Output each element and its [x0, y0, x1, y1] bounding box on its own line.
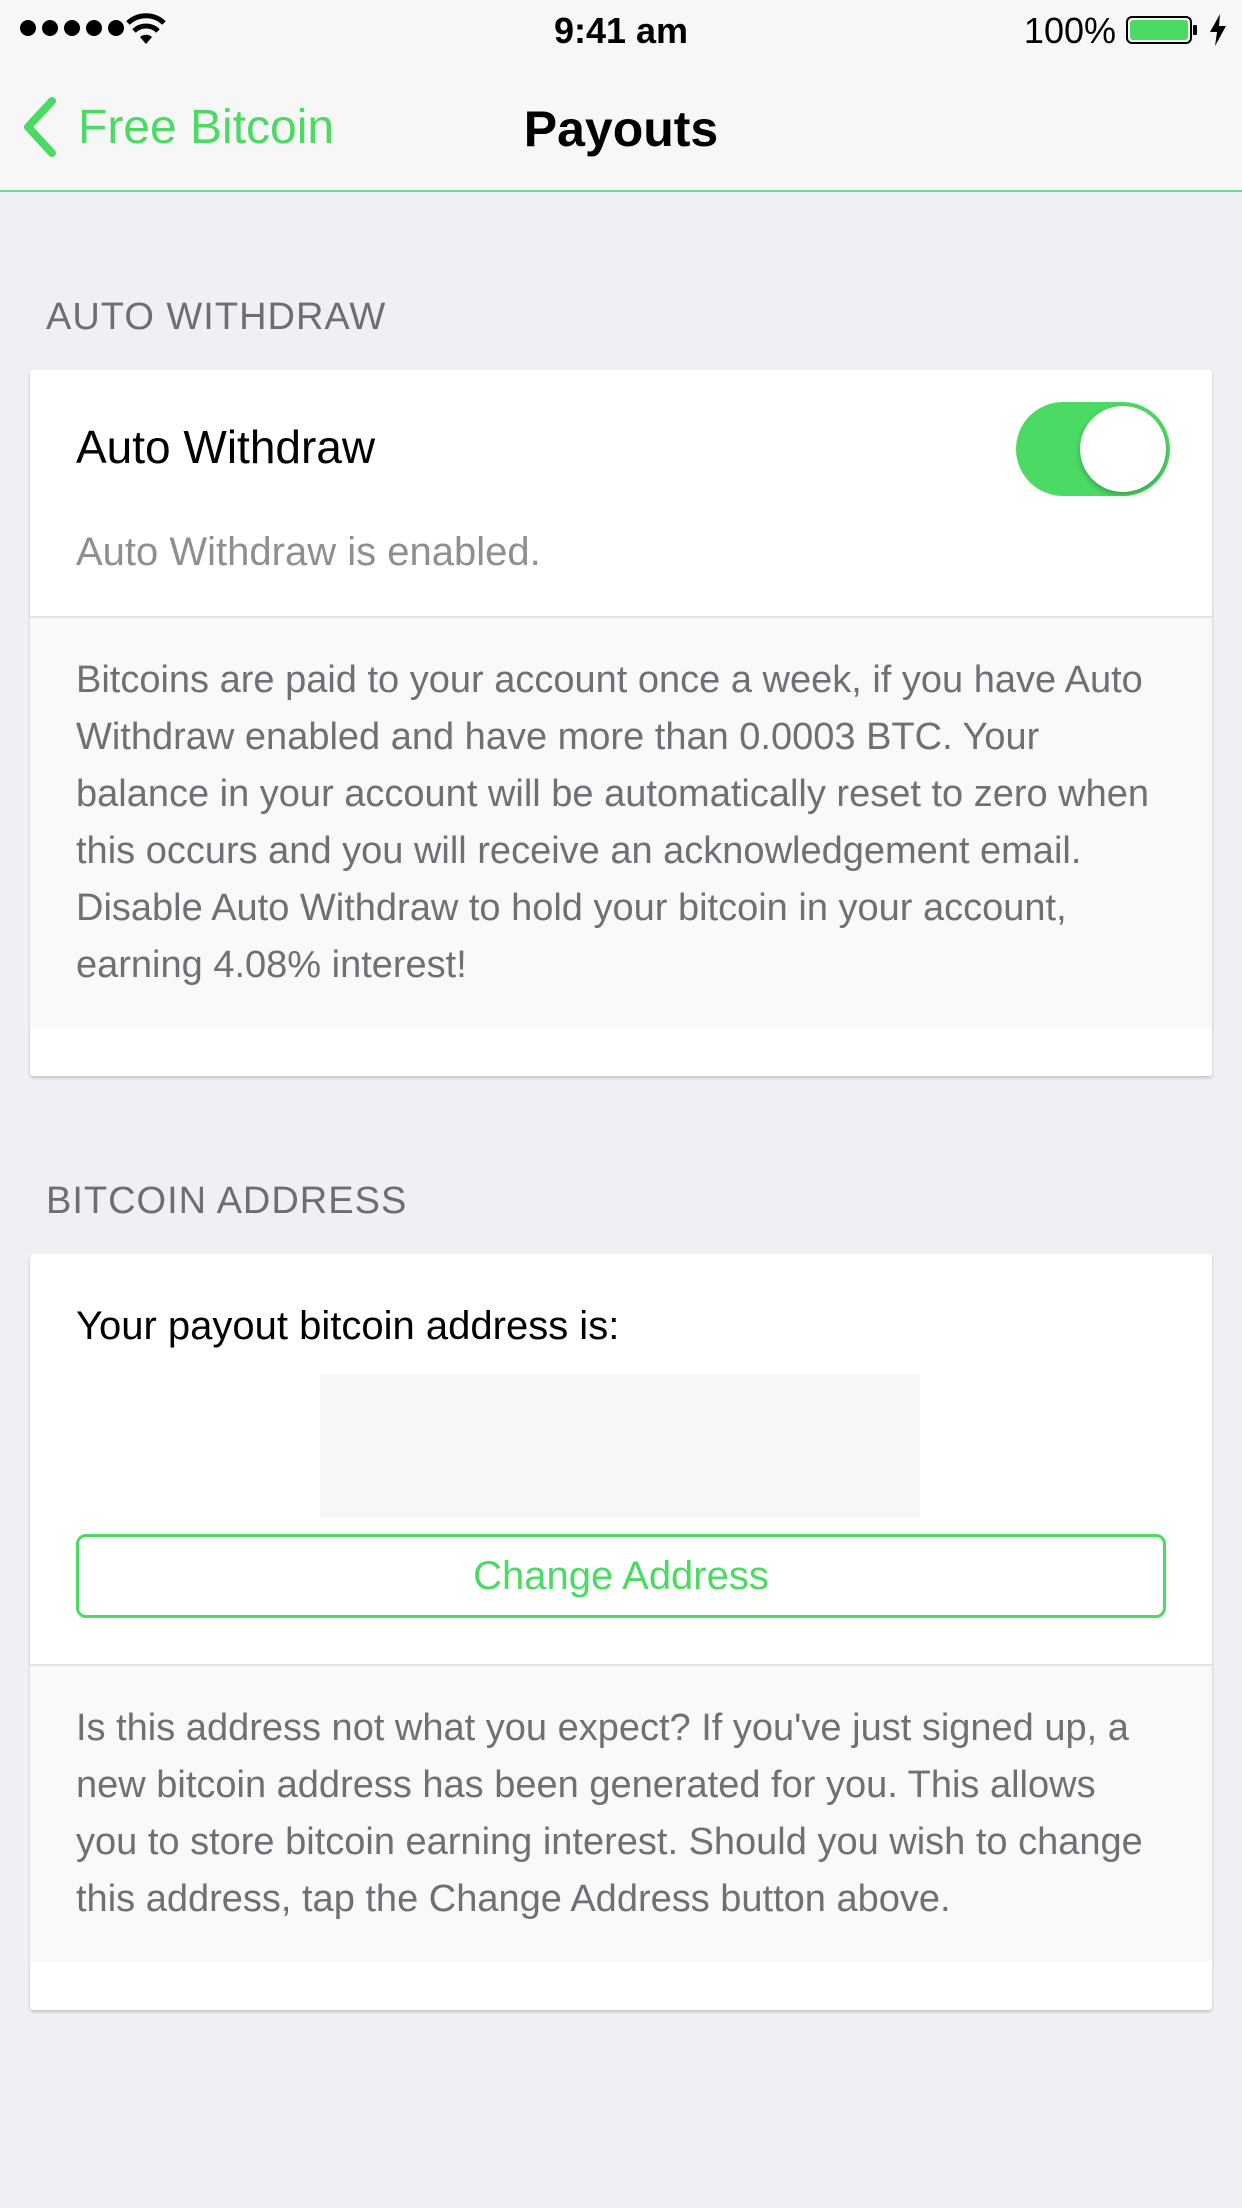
bitcoin-address-row: Your payout bitcoin address is: Change A… [30, 1254, 1212, 1664]
auto-withdraw-card: Auto Withdraw Auto Withdraw is enabled. … [30, 370, 1212, 1076]
navigation-bar: Free Bitcoin Payouts [0, 60, 1242, 192]
page-title: Payouts [523, 101, 719, 157]
bitcoin-address-description: Is this address not what you expect? If … [30, 1664, 1212, 1962]
section-header-auto-withdraw: AUTO WITHDRAW [46, 296, 387, 338]
change-address-button[interactable]: Change Address [76, 1534, 1166, 1618]
auto-withdraw-row: Auto Withdraw Auto Withdraw is enabled. [30, 370, 1212, 616]
payout-address-value [320, 1374, 920, 1518]
status-bar: 9:41 am 100% [0, 0, 1242, 60]
toggle-knob [1080, 406, 1166, 492]
section-header-bitcoin-address: BITCOIN ADDRESS [46, 1180, 408, 1222]
payout-address-label: Your payout bitcoin address is: [76, 1304, 620, 1348]
auto-withdraw-description: Bitcoins are paid to your account once a… [30, 616, 1212, 1028]
charging-bolt-icon [1210, 14, 1226, 46]
bitcoin-address-card: Your payout bitcoin address is: Change A… [30, 1254, 1212, 2010]
battery-percent: 100% [1023, 10, 1116, 51]
auto-withdraw-toggle[interactable] [1016, 402, 1170, 496]
auto-withdraw-label: Auto Withdraw [76, 421, 376, 473]
battery-icon [1126, 16, 1197, 44]
auto-withdraw-status: Auto Withdraw is enabled. [76, 530, 541, 574]
